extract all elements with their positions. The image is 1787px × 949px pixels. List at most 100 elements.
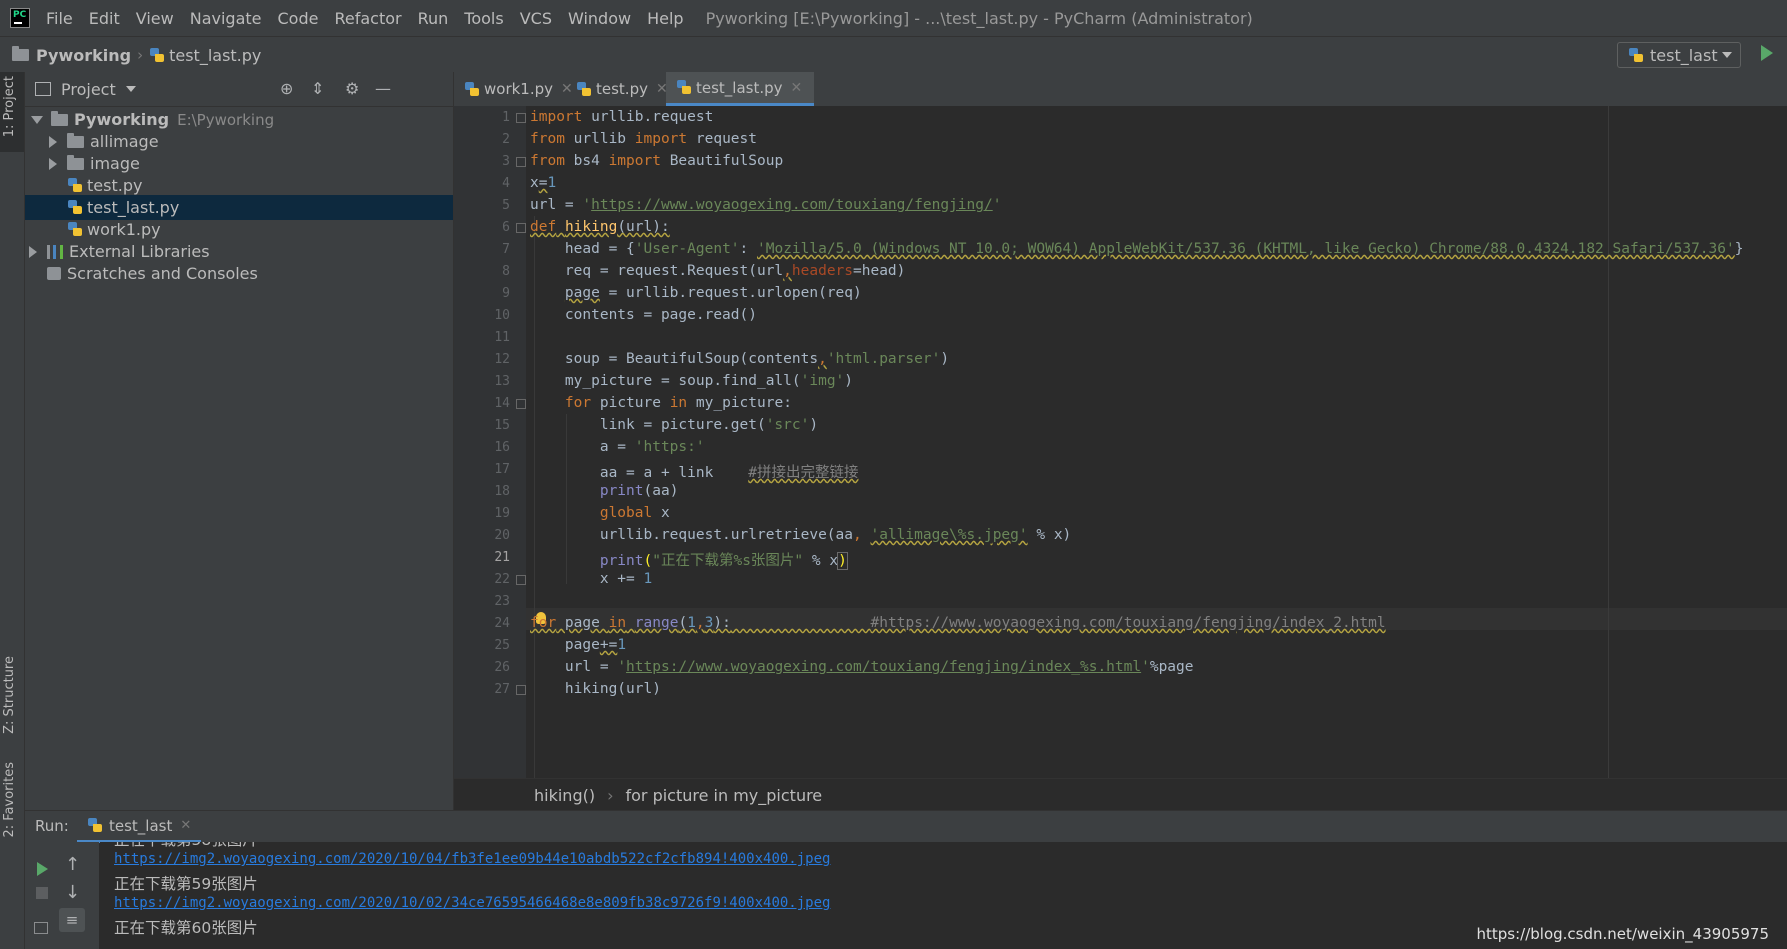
code-line-2: from urllib import request: [530, 131, 757, 147]
tree-item-label: Scratches and Consoles: [67, 264, 258, 283]
code-line-4: x=1: [530, 175, 557, 191]
line-number: 23: [494, 594, 510, 609]
fold-marker-icon[interactable]: [516, 223, 526, 233]
run-icon[interactable]: [1761, 45, 1773, 61]
menu-run[interactable]: Run: [418, 9, 449, 28]
library-icon: [47, 244, 63, 259]
close-icon[interactable]: ✕: [791, 80, 803, 96]
python-file-icon: [87, 817, 103, 834]
menu-navigate[interactable]: Navigate: [190, 9, 262, 28]
project-panel: Project ⊕ ⇕ ⚙ — Pyworking E:\Pyworking a…: [25, 72, 454, 810]
layout-icon[interactable]: [34, 922, 48, 934]
line-number: 25: [494, 638, 510, 653]
fold-marker-icon[interactable]: [516, 399, 526, 409]
rerun-icon[interactable]: [37, 862, 48, 876]
tab-favorites-vertical[interactable]: 2: Favorites: [2, 762, 17, 838]
line-number: 20: [494, 528, 510, 543]
line-number: 15: [494, 418, 510, 433]
run-tab-label: test_last: [109, 816, 173, 835]
minimize-icon[interactable]: —: [375, 80, 391, 98]
menu-edit[interactable]: Edit: [89, 9, 120, 28]
menu-file[interactable]: File: [46, 9, 73, 28]
menu-window[interactable]: Window: [568, 9, 631, 28]
breadcrumb-project[interactable]: Pyworking: [36, 46, 131, 65]
run-panel-header: Run: test_last ✕: [25, 810, 1787, 843]
line-number: 9: [502, 286, 510, 301]
tab-test-py[interactable]: test.py ✕: [576, 72, 668, 106]
breadcrumb-function[interactable]: hiking(): [534, 786, 595, 805]
code-line-1: import urllib.request: [530, 109, 714, 125]
code-line-9: page = urllib.request.urlopen(req): [564, 285, 862, 301]
code-editor[interactable]: 1 2 3 4 5 6 7 8 9 10 11 12 13 14 15 16 1…: [454, 106, 1787, 778]
tab-structure-vertical[interactable]: Z: Structure: [2, 656, 17, 734]
breadcrumb-loop[interactable]: for picture in my_picture: [625, 786, 822, 805]
fold-marker-icon[interactable]: [516, 575, 526, 585]
collapse-icon[interactable]: ⇕: [311, 80, 324, 98]
console-link[interactable]: https://img2.woyaogexing.com/2020/10/02/…: [114, 895, 830, 911]
line-number: 19: [494, 506, 510, 521]
fold-marker-icon[interactable]: [516, 157, 526, 167]
expand-arrow-icon[interactable]: [29, 245, 37, 258]
soft-wrap-icon[interactable]: ≡: [59, 908, 85, 932]
up-arrow-icon[interactable]: ↑: [65, 854, 80, 875]
code-line-13: my_picture = soup.find_all('img'): [530, 373, 854, 389]
close-icon[interactable]: ✕: [561, 81, 573, 97]
code-line-15: link = picture.get('src'): [530, 417, 819, 433]
code-line-20: urllib.request.urlretrieve(aa, 'allimage…: [530, 527, 1072, 543]
console-link[interactable]: https://img2.woyaogexing.com/2020/10/04/…: [114, 851, 830, 867]
folder-icon: [67, 132, 84, 148]
run-tab-test-last[interactable]: test_last ✕: [77, 811, 202, 843]
python-file-icon: [149, 47, 165, 64]
line-number: 10: [494, 308, 510, 323]
down-arrow-icon[interactable]: ↓: [65, 882, 80, 903]
tree-item-label: test.py: [87, 176, 143, 195]
tree-root-name: Pyworking: [74, 110, 170, 129]
tab-project-vertical[interactable]: 1: Project: [2, 76, 17, 137]
tree-item-scratches[interactable]: Scratches and Consoles: [25, 261, 453, 286]
project-panel-header: Project ⊕ ⇕ ⚙ —: [25, 72, 453, 107]
code-line-8: req = request.Request(url,headers=head): [530, 263, 906, 279]
code-line-25: page+=1: [530, 637, 627, 653]
python-file-icon: [576, 81, 592, 98]
menu-tools[interactable]: Tools: [464, 9, 503, 28]
line-number: 6: [502, 220, 510, 235]
watermark-text: https://blog.csdn.net/weixin_43905975: [1476, 925, 1769, 943]
tree-item-label: image: [90, 154, 140, 173]
menu-refactor[interactable]: Refactor: [334, 9, 401, 28]
gear-icon[interactable]: ⚙: [345, 80, 359, 98]
expand-arrow-icon[interactable]: [49, 157, 57, 170]
locate-icon[interactable]: ⊕: [280, 80, 293, 98]
tab-work1-py[interactable]: work1.py ✕: [464, 72, 573, 106]
run-config-label: test_last: [1650, 45, 1718, 65]
line-number: 12: [494, 352, 510, 367]
code-line-18: print(aa): [599, 483, 679, 499]
chevron-down-icon[interactable]: [125, 86, 136, 92]
expand-arrow-icon[interactable]: [31, 115, 43, 124]
project-view-title[interactable]: Project: [61, 80, 116, 99]
run-config-dropdown[interactable]: test_last: [1617, 42, 1741, 68]
line-number: 7: [502, 242, 510, 257]
scratches-icon: [47, 267, 61, 280]
expand-arrow-icon[interactable]: [49, 135, 57, 148]
line-number: 13: [494, 374, 510, 389]
line-number: 11: [494, 330, 510, 345]
code-line-16: a = 'https:': [530, 439, 705, 455]
line-number: 1: [502, 110, 510, 125]
stop-icon[interactable]: [36, 887, 48, 899]
tab-test-last-py[interactable]: test_last.py ✕: [666, 72, 815, 106]
code-line-3: from bs4 import BeautifulSoup: [530, 153, 784, 169]
line-number: 16: [494, 440, 510, 455]
breadcrumb-separator: ›: [137, 46, 144, 64]
menu-help[interactable]: Help: [647, 9, 683, 28]
code-line-17: aa = a + link #拼接出完整链接: [530, 465, 859, 481]
menu-view[interactable]: View: [136, 9, 174, 28]
menu-vcs[interactable]: VCS: [520, 9, 552, 28]
fold-marker-icon[interactable]: [516, 113, 526, 123]
close-icon[interactable]: ✕: [180, 818, 191, 833]
breadcrumb-file[interactable]: test_last.py: [169, 46, 261, 65]
menu-code[interactable]: Code: [278, 9, 319, 28]
code-line-14: for picture in my_picture:: [564, 395, 792, 411]
fold-marker-icon[interactable]: [516, 685, 526, 695]
console-line: 正在下载第60张图片: [114, 919, 258, 937]
code-line-12: soup = BeautifulSoup(contents,'html.pars…: [530, 351, 950, 367]
